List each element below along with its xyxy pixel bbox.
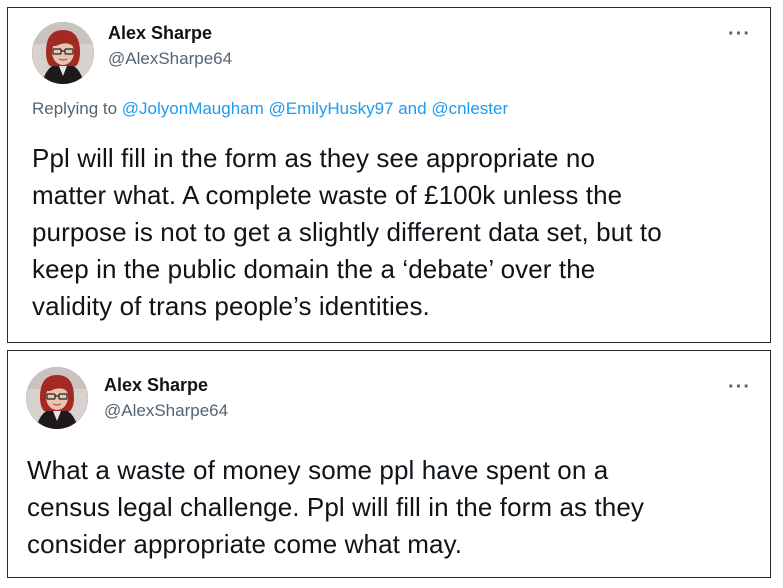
replying-prefix: Replying to [32, 99, 118, 118]
tweet-card[interactable]: Alex Sharpe @AlexSharpe64 ··· What a was… [7, 350, 771, 578]
tweet-text-line: validity of trans people’s identities. [32, 291, 430, 321]
tweet-text-line: consider appropriate come what may. [27, 529, 463, 559]
avatar[interactable] [32, 22, 94, 84]
avatar[interactable] [26, 367, 88, 429]
mention-link[interactable]: @EmilyHusky97 [269, 99, 394, 118]
avatar-image [32, 22, 94, 84]
tweet-text: What a waste of money some ppl have spen… [27, 452, 747, 563]
more-horizontal-icon[interactable]: ··· [728, 24, 751, 44]
replying-and[interactable]: and [398, 99, 426, 118]
tweet-text-line: matter what. A complete waste of £100k u… [32, 180, 623, 210]
author-name[interactable]: Alex Sharpe [104, 375, 208, 396]
tweet-text-line: keep in the public domain the a ‘debate’… [32, 254, 596, 284]
tweet-text: Ppl will fill in the form as they see ap… [32, 140, 752, 325]
replying-to-line: Replying to @JolyonMaugham @EmilyHusky97… [32, 99, 508, 119]
mention-link[interactable]: @cnlester [431, 99, 508, 118]
author-name[interactable]: Alex Sharpe [108, 23, 212, 44]
tweet-text-line: Ppl will fill in the form as they see ap… [32, 143, 596, 173]
author-handle[interactable]: @AlexSharpe64 [108, 49, 232, 69]
more-horizontal-icon[interactable]: ··· [728, 377, 751, 397]
tweet-text-line: What a waste of money some ppl have spen… [27, 455, 609, 485]
author-handle[interactable]: @AlexSharpe64 [104, 401, 228, 421]
tweet-card[interactable]: Alex Sharpe @AlexSharpe64 ··· Replying t… [7, 7, 771, 343]
tweet-text-line: purpose is not to get a slightly differe… [32, 217, 662, 247]
avatar-image [26, 367, 88, 429]
mention-link[interactable]: @JolyonMaugham [122, 99, 264, 118]
tweet-text-line: census legal challenge. Ppl will fill in… [27, 492, 645, 522]
